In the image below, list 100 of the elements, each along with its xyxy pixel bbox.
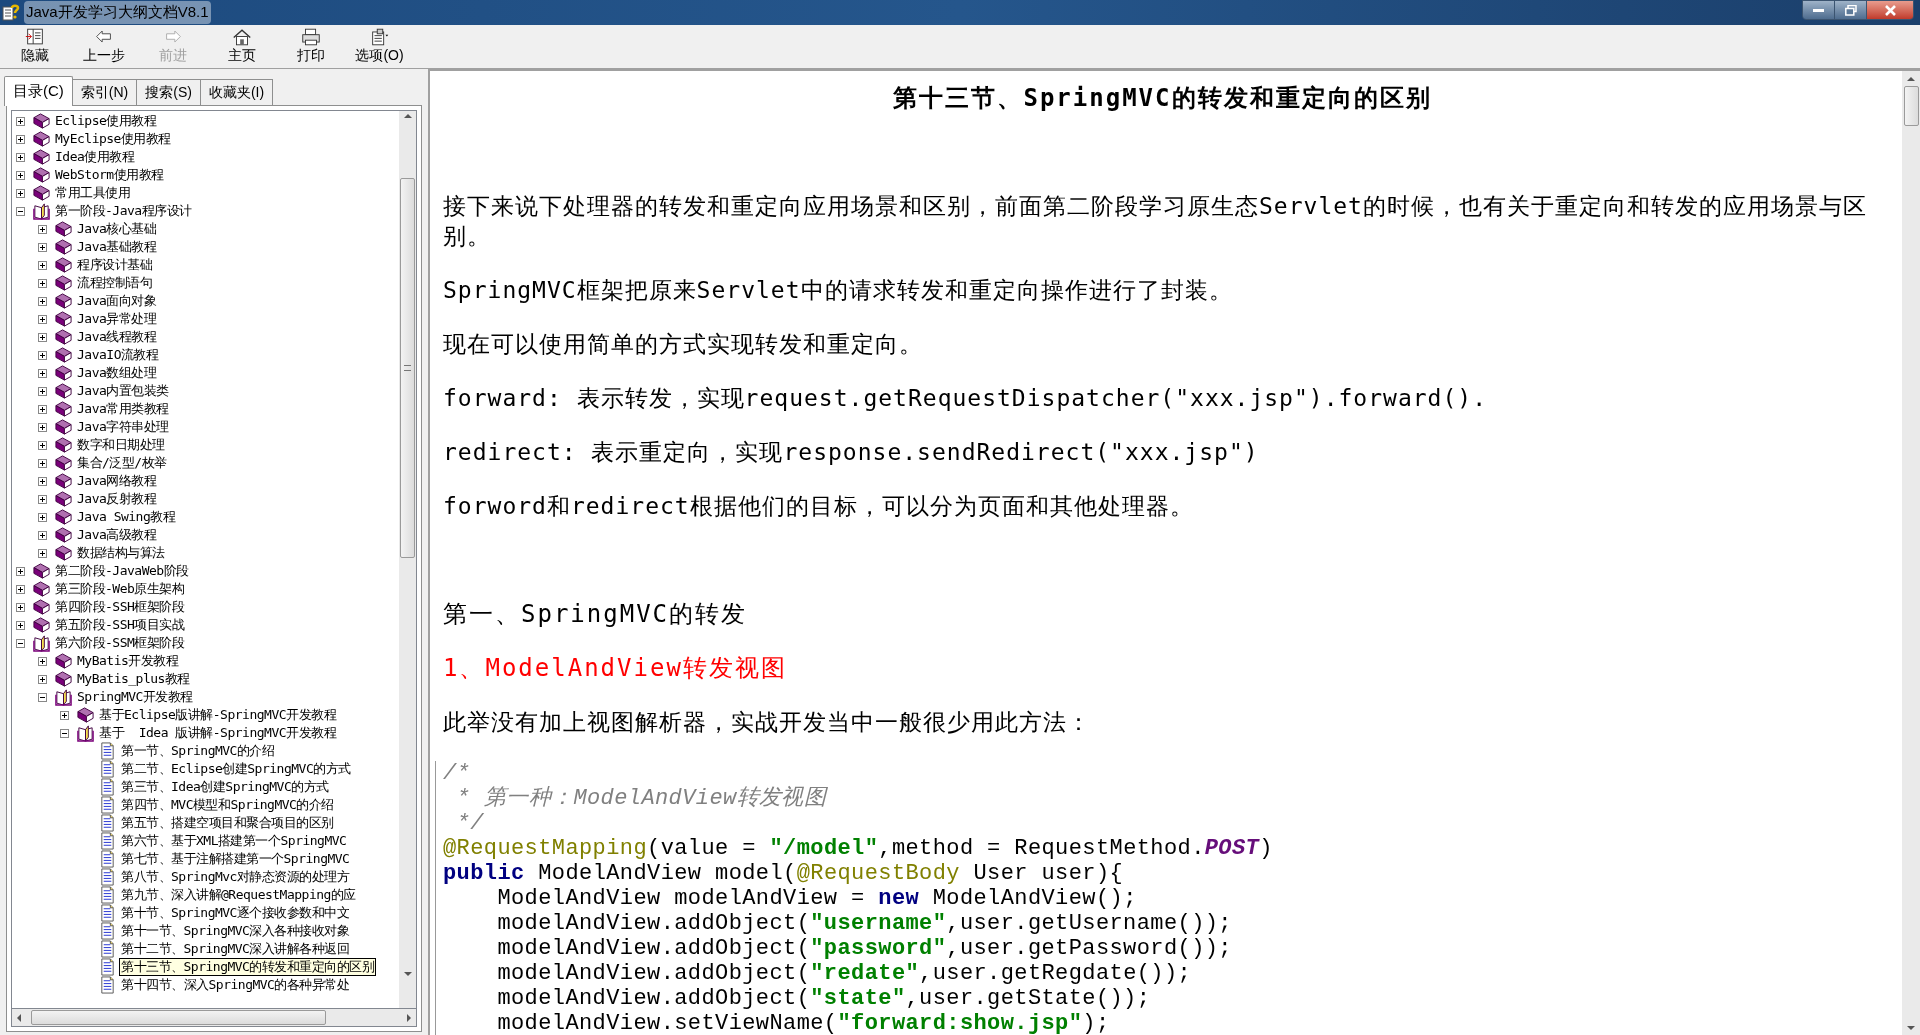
tree-item[interactable]: 第八节、SpringMvc对静态资源的处理方 xyxy=(119,868,352,886)
scrollbar-thumb[interactable] xyxy=(1903,86,1919,126)
horizontal-scrollbar[interactable] xyxy=(11,1009,417,1027)
tree-item[interactable]: 第十三节、SpringMVC的转发和重定向的区别 xyxy=(119,958,377,976)
vertical-scrollbar[interactable] xyxy=(399,111,416,1008)
expand-icon[interactable] xyxy=(38,386,47,396)
tree-item[interactable]: Java异常处理 xyxy=(75,310,159,328)
tree-item[interactable]: 第五节、搭建空项目和聚合项目的区别 xyxy=(119,814,336,832)
tree-item[interactable]: 第四节、MVC模型和SpringMVC的介绍 xyxy=(119,796,336,814)
toolbar-button[interactable]: 打印 xyxy=(276,25,345,67)
expand-icon[interactable] xyxy=(16,134,25,144)
tree-item[interactable]: MyBatis_plus教程 xyxy=(75,670,192,688)
expand-icon[interactable] xyxy=(38,332,47,342)
expand-icon[interactable] xyxy=(38,440,47,450)
tree-item[interactable]: 第一节、SpringMVC的介绍 xyxy=(119,742,277,760)
expand-icon[interactable] xyxy=(38,278,47,288)
tree-item[interactable]: 第十节、SpringMVC逐个接收参数和中文 xyxy=(119,904,352,922)
expand-icon[interactable] xyxy=(16,170,25,180)
tree-item[interactable]: Java面向对象 xyxy=(75,292,159,310)
expand-icon[interactable] xyxy=(38,260,47,270)
scroll-up-arrow-icon[interactable] xyxy=(403,114,412,118)
minimize-button[interactable] xyxy=(1803,1,1835,19)
expand-icon[interactable] xyxy=(38,242,47,252)
expand-icon[interactable] xyxy=(38,296,47,306)
tree-item[interactable]: 集合/泛型/枚举 xyxy=(75,454,169,472)
collapse-icon[interactable] xyxy=(38,692,47,702)
tree-item[interactable]: MyEclipse使用教程 xyxy=(53,130,173,148)
tree-item[interactable]: Java线程教程 xyxy=(75,328,159,346)
tree-item[interactable]: WebStorm使用教程 xyxy=(53,166,166,184)
expand-icon[interactable] xyxy=(16,152,25,162)
tree-item[interactable]: JavaIO流教程 xyxy=(75,346,161,364)
collapse-icon[interactable] xyxy=(60,728,69,738)
toolbar-button[interactable]: 上一步 xyxy=(69,25,138,67)
expand-icon[interactable] xyxy=(16,188,25,198)
collapse-icon[interactable] xyxy=(16,206,25,216)
tree-item[interactable]: 基于Eclipse版讲解-SpringMVC开发教程 xyxy=(97,706,339,724)
expand-icon[interactable] xyxy=(38,404,47,414)
toolbar-button[interactable]: 选项(O) xyxy=(345,25,414,67)
expand-icon[interactable] xyxy=(38,656,47,666)
tree-item[interactable]: Java反射教程 xyxy=(75,490,159,508)
vertical-scrollbar[interactable] xyxy=(1902,71,1920,1035)
expand-icon[interactable] xyxy=(38,314,47,324)
tree-item[interactable]: Java字符串处理 xyxy=(75,418,171,436)
tree-item[interactable]: Java网络教程 xyxy=(75,472,159,490)
tree-item[interactable]: Java常用类教程 xyxy=(75,400,171,418)
tree-item[interactable]: 第十二节、SpringMVC深入讲解各种返回 xyxy=(119,940,352,958)
tree-item[interactable]: 第二阶段-JavaWeb阶段 xyxy=(53,562,191,580)
tree-item[interactable]: 第六节、基于XML搭建第一个SpringMVC xyxy=(119,832,349,850)
tree-item[interactable]: 第三阶段-Web原生架构 xyxy=(53,580,187,598)
expand-icon[interactable] xyxy=(38,458,47,468)
tree-item[interactable]: 第二节、Eclipse创建SpringMVC的方式 xyxy=(119,760,353,778)
expand-icon[interactable] xyxy=(38,476,47,486)
tree-item[interactable]: Java数组处理 xyxy=(75,364,159,382)
tree-item[interactable]: 基于 Idea 版讲解-SpringMVC开发教程 xyxy=(97,724,339,742)
tree-item[interactable]: Java内置包装类 xyxy=(75,382,171,400)
expand-icon[interactable] xyxy=(16,620,25,630)
collapse-icon[interactable] xyxy=(16,638,25,648)
expand-icon[interactable] xyxy=(38,494,47,504)
scroll-right-arrow-icon[interactable] xyxy=(407,1013,411,1022)
tree-item[interactable]: 第六阶段-SSM框架阶段 xyxy=(53,634,187,652)
restore-button[interactable] xyxy=(1835,1,1867,19)
tree-item[interactable]: 第七节、基于注解搭建第一个SpringMVC xyxy=(119,850,352,868)
expand-icon[interactable] xyxy=(16,602,25,612)
expand-icon[interactable] xyxy=(38,674,47,684)
nav-tab[interactable]: 收藏夹(I) xyxy=(199,79,274,105)
expand-icon[interactable] xyxy=(38,548,47,558)
tree-item[interactable]: Java基础教程 xyxy=(75,238,159,256)
expand-icon[interactable] xyxy=(16,566,25,576)
scroll-down-arrow-icon[interactable] xyxy=(403,972,412,976)
expand-icon[interactable] xyxy=(60,710,69,720)
tree-item[interactable]: Java Swing教程 xyxy=(75,508,178,526)
tree-item[interactable]: Java高级教程 xyxy=(75,526,159,544)
tree-item[interactable]: 程序设计基础 xyxy=(75,256,154,274)
tree-item[interactable]: MyBatis开发教程 xyxy=(75,652,181,670)
tree-item[interactable]: 第四阶段-SSH框架阶段 xyxy=(53,598,187,616)
toolbar-button[interactable]: 主页 xyxy=(207,25,276,67)
scroll-down-arrow-icon[interactable] xyxy=(1907,1026,1915,1030)
expand-icon[interactable] xyxy=(38,530,47,540)
expand-icon[interactable] xyxy=(16,116,25,126)
tree-item[interactable]: 第一阶段-Java程序设计 xyxy=(53,202,194,220)
scroll-up-arrow-icon[interactable] xyxy=(1907,77,1915,81)
tree-item[interactable]: 常用工具使用 xyxy=(53,184,132,202)
expand-icon[interactable] xyxy=(38,512,47,522)
scrollbar-thumb[interactable] xyxy=(400,178,415,558)
expand-icon[interactable] xyxy=(38,368,47,378)
tree-item[interactable]: 第十一节、SpringMVC深入各种接收对象 xyxy=(119,922,352,940)
tree-item[interactable]: Eclipse使用教程 xyxy=(53,112,159,130)
expand-icon[interactable] xyxy=(38,422,47,432)
scrollbar-thumb[interactable] xyxy=(31,1010,326,1025)
tree-item[interactable]: 流程控制语句 xyxy=(75,274,154,292)
close-button[interactable] xyxy=(1867,1,1913,19)
expand-icon[interactable] xyxy=(38,224,47,234)
tree-item[interactable]: Idea使用教程 xyxy=(53,148,137,166)
tree-item[interactable]: 数字和日期处理 xyxy=(75,436,167,454)
expand-icon[interactable] xyxy=(16,584,25,594)
scroll-left-arrow-icon[interactable] xyxy=(17,1013,21,1022)
tree-item[interactable]: SpringMVC开发教程 xyxy=(75,688,195,706)
nav-tab[interactable]: 目录(C) xyxy=(4,76,73,106)
tree-item[interactable]: Java核心基础 xyxy=(75,220,159,238)
tree-item[interactable]: 数据结构与算法 xyxy=(75,544,167,562)
